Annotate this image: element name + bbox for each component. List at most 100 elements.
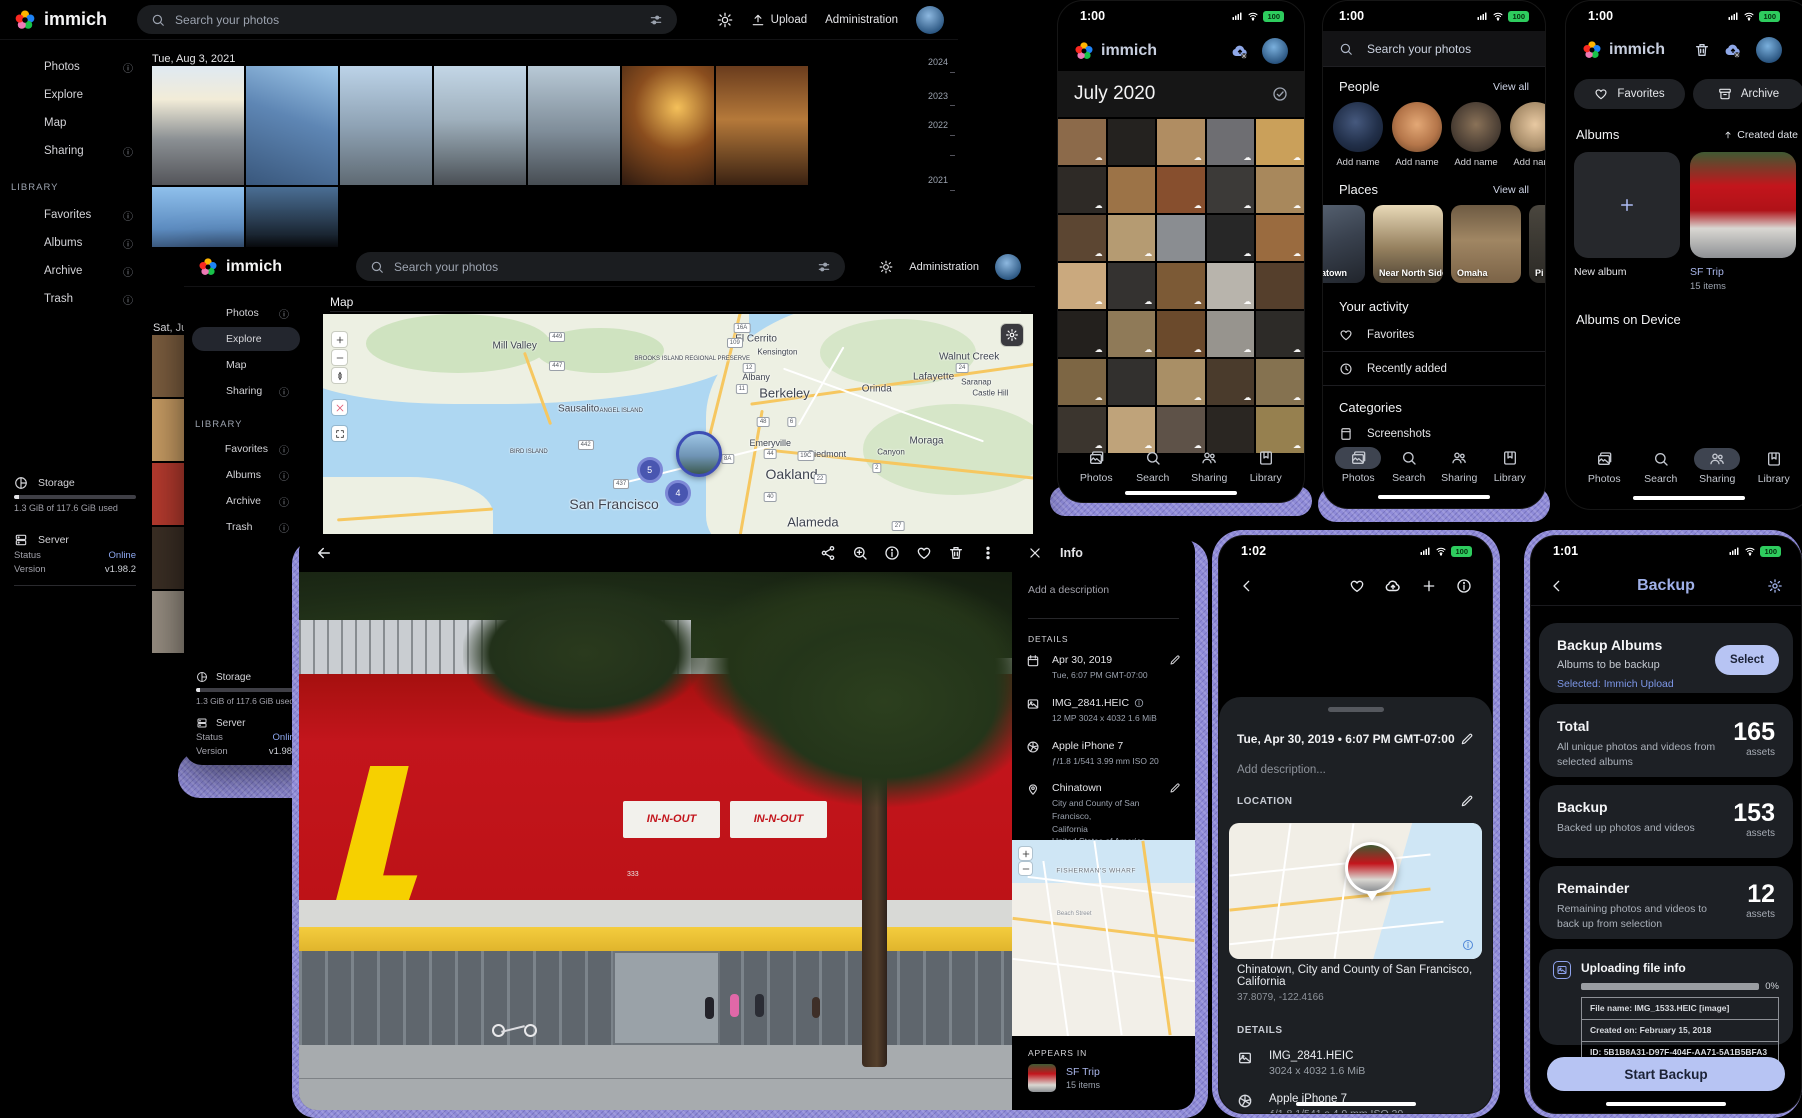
immich-logo[interactable]: immich <box>198 257 282 277</box>
edit-date-icon[interactable] <box>1169 654 1181 666</box>
photo-thumbnail[interactable] <box>1108 119 1156 165</box>
info-icon[interactable] <box>1456 578 1472 594</box>
select-all-icon[interactable] <box>1272 86 1288 102</box>
favorite-icon[interactable] <box>1349 578 1365 594</box>
photo-thumbnail[interactable]: ☁ <box>1108 215 1156 261</box>
new-album-card[interactable]: New album <box>1574 152 1680 278</box>
search-input[interactable]: Search your photos <box>137 5 677 34</box>
person-item[interactable]: Add name <box>1333 102 1383 168</box>
search-input[interactable]: Search your photos <box>356 252 845 281</box>
nav-item[interactable]: Library <box>1485 447 1536 484</box>
avatar[interactable] <box>1262 38 1288 64</box>
photo-thumbnail[interactable]: ☁ <box>1058 215 1106 261</box>
category-item[interactable]: Screenshots <box>1323 419 1545 449</box>
favorites-button[interactable]: Favorites <box>1574 79 1685 109</box>
photo-thumbnail[interactable]: ☁ <box>1207 215 1255 261</box>
avatar[interactable] <box>916 6 944 34</box>
photo-thumbnail[interactable]: ☁ <box>1207 119 1255 165</box>
sidebar-item[interactable]: Favorites ⓘ <box>192 437 300 461</box>
photo-thumbnail[interactable] <box>152 399 185 461</box>
photo-thumbnail[interactable] <box>434 66 526 185</box>
edit-date-icon[interactable] <box>1460 732 1474 746</box>
photo-thumbnail[interactable]: ☁ <box>1058 119 1106 165</box>
photo-thumbnail[interactable]: ☁ <box>1058 311 1106 357</box>
add-to-icon[interactable] <box>1421 578 1437 594</box>
photo-thumbnail[interactable]: ☁ <box>1207 311 1255 357</box>
sidebar-item[interactable]: Map <box>192 353 300 377</box>
back-icon[interactable] <box>1549 578 1565 594</box>
nav-item[interactable]: Sharing <box>1434 447 1485 484</box>
person-item[interactable]: Add name <box>1451 102 1501 168</box>
photo-thumbnail[interactable] <box>1256 263 1304 309</box>
photo-thumbnail[interactable]: ☁ <box>1207 167 1255 213</box>
photo-thumbnail[interactable]: ☁ <box>1256 215 1304 261</box>
delete-icon[interactable] <box>948 545 964 561</box>
administration-link[interactable]: Administration <box>909 261 979 273</box>
map-photo-cluster[interactable]: 5 <box>637 457 663 483</box>
photo-thumbnail[interactable]: ☁ <box>1256 359 1304 405</box>
photo-thumbnail[interactable] <box>1108 167 1156 213</box>
add-description-field[interactable]: Add a description <box>1028 584 1109 596</box>
sidebar-item[interactable]: Photos ⓘ <box>192 301 300 325</box>
people-view-all-link[interactable]: View all <box>1493 81 1529 93</box>
activity-item[interactable]: Recently added <box>1323 352 1545 386</box>
more-options-icon[interactable] <box>980 545 996 561</box>
nav-item[interactable]: Photos <box>1068 447 1125 484</box>
photo-viewer[interactable]: IN-N-OUT IN-N-OUT 333 <box>299 572 1012 1110</box>
photo-thumbnail[interactable] <box>152 463 185 525</box>
photo-thumbnail[interactable]: ☁ <box>1207 263 1255 309</box>
home-indicator[interactable] <box>1378 495 1490 499</box>
map-attribution-icon[interactable] <box>1462 939 1474 951</box>
photo-thumbnail[interactable]: ☁ <box>1157 263 1205 309</box>
nav-item[interactable]: Sharing <box>1689 448 1746 485</box>
photo-thumbnail[interactable] <box>152 335 185 397</box>
photo-thumbnail[interactable] <box>1157 215 1205 261</box>
photo-thumbnail[interactable] <box>152 187 244 247</box>
albums-sort-button[interactable]: Created date <box>1723 129 1798 141</box>
select-button[interactable]: Select <box>1715 645 1779 675</box>
upload-cloud-icon[interactable] <box>1384 577 1402 595</box>
sidebar-item[interactable]: Albums ⓘ <box>192 463 300 487</box>
theme-toggle-icon[interactable] <box>717 12 733 28</box>
person-item[interactable]: Add name <box>1392 102 1442 168</box>
sidebar-item[interactable]: Explore <box>192 327 300 351</box>
photo-thumbnail[interactable] <box>152 527 185 589</box>
back-icon[interactable] <box>315 544 333 562</box>
minimap-zoom-out-button[interactable] <box>1019 862 1032 875</box>
map-photo-cluster[interactable]: 4 <box>665 480 691 506</box>
sidebar-item[interactable]: Archive ⓘ <box>8 258 144 284</box>
sidebar-item[interactable]: Albums ⓘ <box>8 230 144 256</box>
map-clear-button[interactable] <box>332 400 347 415</box>
photo-thumbnail[interactable]: ☁ <box>1256 167 1304 213</box>
nav-item[interactable]: Photos <box>1333 447 1384 484</box>
photo-thumbnail[interactable]: ☁ <box>1058 167 1106 213</box>
map-photo-marker[interactable] <box>1345 842 1397 894</box>
person-item[interactable]: Add name <box>1510 102 1546 168</box>
archive-button[interactable]: Archive <box>1693 79 1802 109</box>
sidebar-item[interactable]: Explore <box>8 82 144 108</box>
map-photo-marker[interactable] <box>676 431 722 477</box>
photo-thumbnail[interactable] <box>246 187 338 247</box>
activity-item[interactable]: Favorites <box>1323 318 1545 352</box>
photo-thumbnail[interactable]: ☁ <box>1157 119 1205 165</box>
file-info-icon[interactable] <box>1134 698 1144 708</box>
sidebar-item[interactable]: Archive ⓘ <box>192 489 300 513</box>
info-icon[interactable] <box>884 545 900 561</box>
home-indicator[interactable] <box>1296 1102 1416 1106</box>
map-fullscreen-button[interactable] <box>332 426 347 441</box>
photo-thumbnail[interactable]: ☁ <box>1157 359 1205 405</box>
sidebar-item[interactable]: Trash ⓘ <box>8 286 144 312</box>
map-settings-button[interactable] <box>1001 324 1023 346</box>
location-minimap[interactable] <box>1229 823 1482 959</box>
photo-thumbnail[interactable]: ☁ <box>1256 119 1304 165</box>
photo-thumbnail[interactable] <box>716 66 808 185</box>
back-icon[interactable] <box>1239 578 1255 594</box>
place-card[interactable]: Omaha <box>1451 205 1521 283</box>
sidebar-item[interactable]: Sharing ⓘ <box>8 138 144 164</box>
place-card[interactable]: Near North Side <box>1373 205 1443 283</box>
search-filter-icon[interactable] <box>649 13 663 27</box>
photo-thumbnail[interactable] <box>152 66 244 185</box>
home-indicator[interactable] <box>1633 496 1745 500</box>
favorite-icon[interactable] <box>916 545 932 561</box>
sidebar-item[interactable]: Photos ⓘ <box>8 54 144 80</box>
